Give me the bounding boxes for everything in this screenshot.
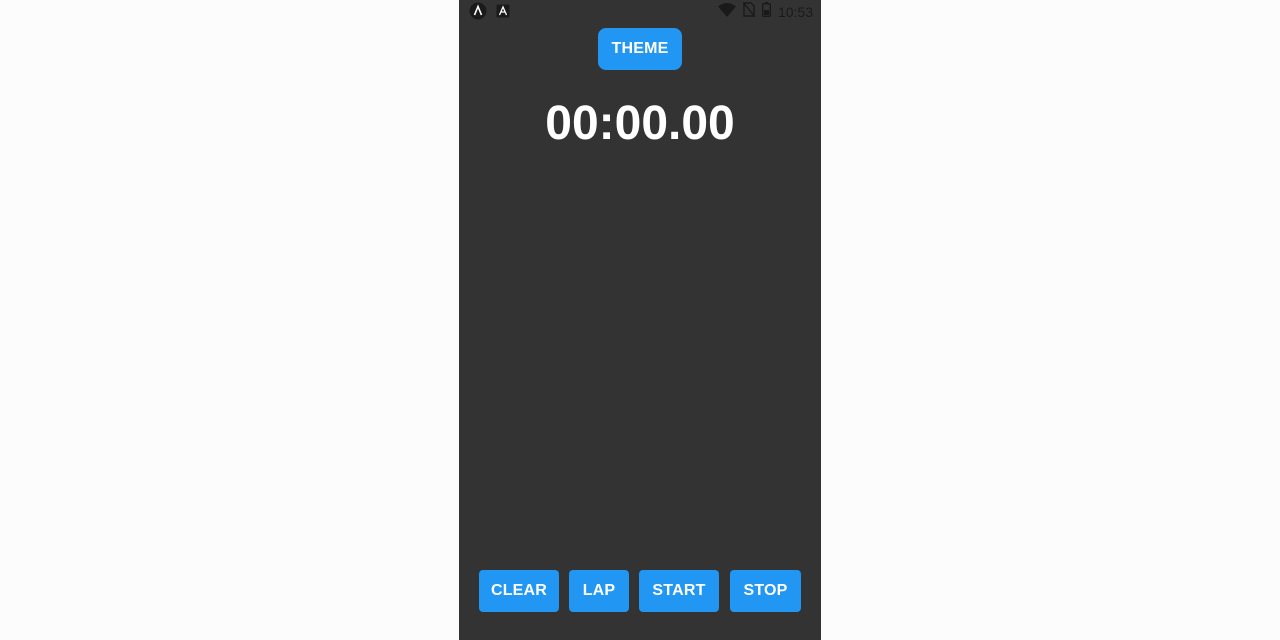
app-a-circle-icon [469, 2, 487, 25]
stopwatch-display: 00:00.00 [545, 97, 735, 150]
clear-button[interactable]: CLEAR [479, 570, 559, 612]
app-a-square-icon [496, 4, 510, 23]
stop-button[interactable]: STOP [730, 570, 801, 612]
status-bar-left [469, 2, 510, 25]
wifi-icon [717, 2, 736, 22]
control-bar: CLEAR LAP START STOP [459, 570, 821, 612]
no-sim-icon [742, 1, 756, 22]
status-bar-right: 10:53 [717, 1, 813, 22]
battery-icon [761, 2, 771, 22]
status-bar: 10:53 [459, 0, 821, 22]
lap-button[interactable]: LAP [569, 570, 629, 612]
app-screen: 10:53 THEME 00:00.00 CLEAR LAP START STO… [459, 0, 821, 640]
start-button[interactable]: START [639, 570, 719, 612]
status-time: 10:53 [777, 4, 813, 20]
theme-button[interactable]: THEME [598, 28, 682, 70]
